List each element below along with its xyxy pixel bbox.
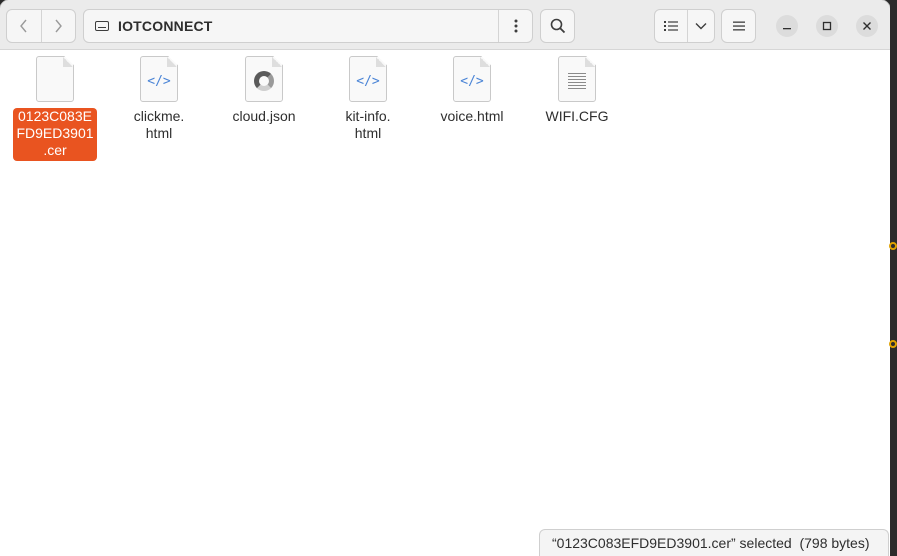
list-view-button[interactable]	[655, 10, 689, 42]
close-button[interactable]	[856, 15, 878, 37]
navigation-buttons	[6, 9, 76, 43]
chevron-left-icon	[20, 19, 27, 33]
text-file-icon	[558, 56, 596, 102]
minimize-icon	[783, 28, 791, 30]
file-item-wifi-cfg[interactable]: WIFI.CFG	[531, 56, 623, 125]
drive-icon	[95, 21, 109, 31]
desktop-edge	[890, 0, 897, 556]
status-bar: “0123C083EFD9ED3901.cer” selected (798 b…	[539, 529, 889, 556]
file-manager-window: IOTCONNECT 0123C083E FD9ED3901 .cer </> …	[0, 0, 890, 556]
back-button[interactable]	[7, 10, 41, 42]
list-view-icon	[664, 21, 679, 31]
maximize-icon	[822, 21, 832, 31]
forward-button[interactable]	[40, 10, 75, 42]
code-glyph: </>	[460, 73, 484, 89]
maximize-button[interactable]	[816, 15, 838, 37]
file-name: cloud.json	[232, 108, 296, 124]
close-icon	[863, 22, 871, 30]
minimize-button[interactable]	[776, 15, 798, 37]
file-name: kit-info. html	[345, 108, 391, 141]
view-switcher	[654, 9, 715, 43]
file-item-voice[interactable]: </> voice.html	[426, 56, 518, 125]
code-glyph: </>	[147, 73, 171, 89]
json-file-icon	[245, 56, 283, 102]
text-lines-glyph	[568, 73, 586, 89]
header-bar: IOTCONNECT	[0, 0, 890, 50]
json-glyph	[254, 71, 274, 91]
file-name: clickme. html	[133, 108, 185, 141]
chevron-right-icon	[55, 19, 63, 33]
code-glyph: </>	[356, 73, 380, 89]
hamburger-icon	[732, 21, 745, 31]
view-options-button[interactable]	[688, 10, 714, 42]
kebab-icon	[514, 19, 517, 33]
blank-file-icon	[36, 56, 74, 102]
file-item-cloud-json[interactable]: cloud.json	[218, 56, 310, 125]
chevron-down-icon	[695, 23, 707, 30]
html-file-icon: </>	[453, 56, 491, 102]
file-name: WIFI.CFG	[545, 108, 609, 124]
file-grid[interactable]: 0123C083E FD9ED3901 .cer </> clickme. ht…	[0, 51, 890, 556]
file-name: 0123C083E FD9ED3901 .cer	[13, 108, 97, 161]
file-item-kit-info[interactable]: </> kit-info. html	[322, 56, 414, 142]
path-menu-button[interactable]	[498, 10, 532, 42]
file-name: voice.html	[440, 108, 504, 124]
desktop-edge-marker	[889, 340, 897, 348]
search-button[interactable]	[540, 9, 575, 43]
path-label[interactable]: IOTCONNECT	[118, 18, 498, 34]
path-bar[interactable]: IOTCONNECT	[83, 9, 533, 43]
desktop-edge-marker	[889, 242, 897, 250]
file-item-cer[interactable]: 0123C083E FD9ED3901 .cer	[9, 56, 101, 161]
main-menu-button[interactable]	[721, 9, 756, 43]
file-item-clickme[interactable]: </> clickme. html	[113, 56, 205, 142]
html-file-icon: </>	[349, 56, 387, 102]
search-icon	[550, 18, 565, 34]
html-file-icon: </>	[140, 56, 178, 102]
